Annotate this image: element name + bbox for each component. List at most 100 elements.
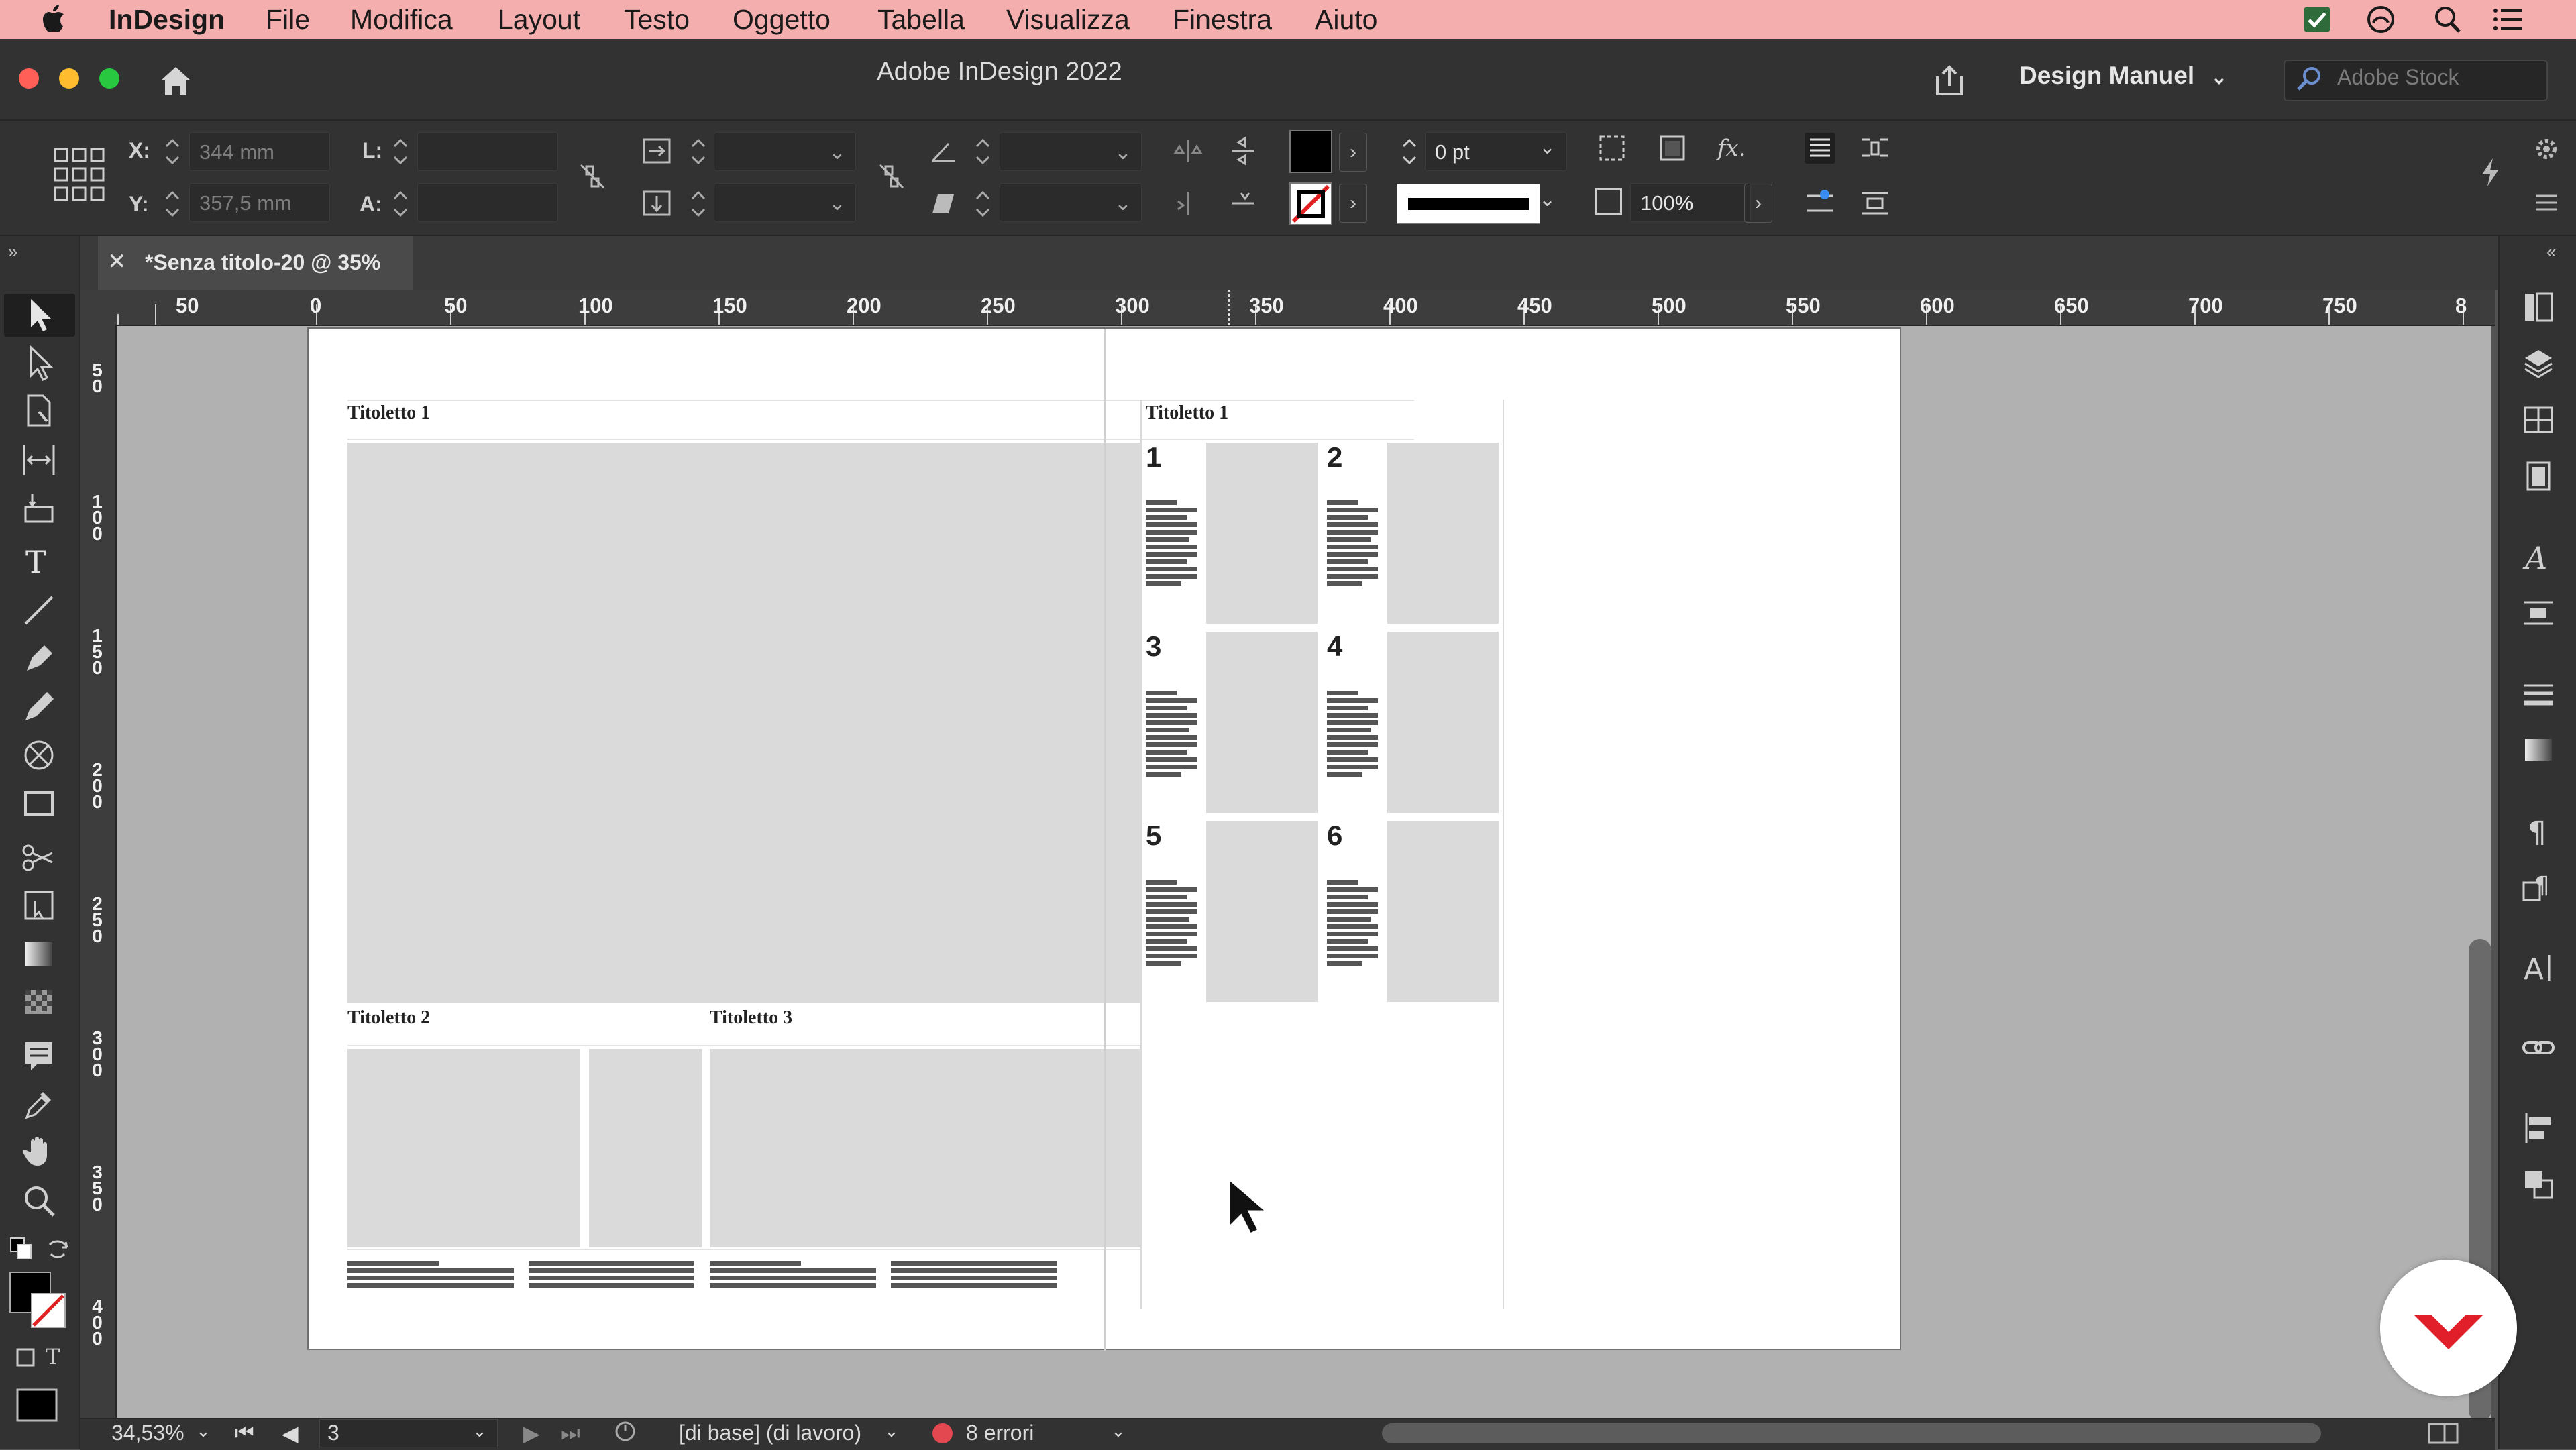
grid-image-5[interactable]	[1206, 821, 1318, 1002]
text-wrap-bbox-icon[interactable]	[1860, 133, 1890, 164]
paragraph-panel-icon[interactable]: ¶	[2521, 813, 2556, 848]
grid-text-6[interactable]	[1327, 880, 1378, 968]
zoom-level[interactable]: 34,53%	[111, 1420, 184, 1445]
scale-x-field[interactable]: ⌄	[714, 132, 856, 171]
heading-titletto-3[interactable]: Titoletto 3	[710, 1007, 792, 1029]
image-placeholder-bottom-2[interactable]	[589, 1049, 702, 1247]
reference-point-icon[interactable]	[52, 146, 106, 203]
layers-panel-icon[interactable]	[2521, 346, 2556, 381]
character-styles-icon[interactable]: A	[2521, 539, 2556, 574]
search-icon[interactable]	[2431, 4, 2465, 35]
gradient-feather-tool-icon[interactable]	[19, 982, 59, 1022]
rectangle-frame-tool-icon[interactable]	[19, 735, 59, 775]
scale-y-field[interactable]: ⌄	[714, 183, 856, 222]
formatting-text-icon[interactable]: T	[46, 1344, 60, 1370]
chevron-down-icon[interactable]: ⌄	[1539, 135, 1556, 159]
menu-aiuto[interactable]: Aiuto	[1315, 0, 1377, 39]
grid-text-4[interactable]	[1327, 691, 1378, 779]
menu-file[interactable]: File	[266, 0, 310, 39]
zoom-window-button[interactable]	[99, 68, 119, 89]
shear-stepper[interactable]	[970, 185, 996, 223]
close-icon[interactable]: ✕	[107, 248, 127, 275]
width-stepper[interactable]	[388, 133, 413, 170]
image-placeholder-bottom-1[interactable]	[347, 1049, 580, 1247]
flip-vertical-icon[interactable]	[1228, 135, 1258, 166]
collapse-dock-icon[interactable]: «	[2546, 241, 2556, 262]
creative-cloud-icon[interactable]	[2364, 4, 2398, 35]
chevron-down-icon[interactable]: ⌄	[1111, 1420, 1126, 1441]
opacity-field[interactable]: 100%	[1630, 183, 1751, 222]
height-stepper[interactable]	[388, 185, 413, 223]
next-page-icon[interactable]: ▶	[523, 1420, 540, 1446]
grid-image-3[interactable]	[1206, 632, 1318, 813]
x-stepper[interactable]	[160, 133, 185, 170]
rotation-stepper[interactable]	[970, 133, 996, 170]
gradient-panel-icon[interactable]	[2521, 732, 2556, 767]
grid-image-2[interactable]	[1387, 443, 1499, 624]
note-tool-icon[interactable]	[19, 1036, 59, 1076]
free-transform-tool-icon[interactable]	[19, 885, 59, 926]
previous-page-icon[interactable]: ◀	[282, 1420, 299, 1446]
gap-tool-icon[interactable]	[19, 440, 59, 480]
constrain-scale-icon[interactable]	[875, 160, 908, 193]
opacity-chevron-button[interactable]: ›	[1744, 184, 1772, 223]
hyperlinks-panel-icon[interactable]	[2521, 1030, 2556, 1065]
shear-field[interactable]: ⌄	[1000, 183, 1142, 222]
fill-chevron-button[interactable]: ›	[1339, 133, 1367, 172]
menu-app-name[interactable]: InDesign	[109, 0, 225, 39]
line-tool-icon[interactable]	[19, 590, 59, 630]
stroke-color-swatch[interactable]	[31, 1293, 66, 1328]
pages-panel-icon[interactable]	[2521, 402, 2556, 437]
split-window-icon[interactable]	[2427, 1422, 2459, 1445]
heading-titletto-1-left[interactable]: Titoletto 1	[347, 402, 430, 424]
y-position-field[interactable]: 357,5 mm	[189, 183, 330, 222]
grid-image-1[interactable]	[1206, 443, 1318, 624]
minimize-window-button[interactable]	[59, 68, 79, 89]
rectangle-tool-icon[interactable]	[19, 783, 59, 824]
expand-toolbar-icon[interactable]: »	[8, 241, 17, 262]
content-collector-icon[interactable]	[19, 488, 59, 528]
chevron-down-icon[interactable]: ⌄	[1539, 188, 1556, 211]
text-wrap-shape-icon[interactable]	[1805, 188, 1835, 219]
menu-finestra[interactable]: Finestra	[1173, 0, 1272, 39]
home-icon[interactable]	[157, 63, 195, 98]
character-panel-icon[interactable]: A	[2521, 950, 2556, 985]
scale-x-stepper[interactable]	[686, 133, 711, 170]
grid-text-2[interactable]	[1327, 500, 1378, 589]
workspace-switcher[interactable]: Design Manuel ⌄	[2019, 62, 2228, 90]
height-field[interactable]	[417, 183, 558, 222]
status-app-icon[interactable]	[2301, 4, 2333, 35]
properties-panel-icon[interactable]	[2521, 290, 2556, 325]
paragraph-styles-icon[interactable]: ¶	[2521, 869, 2556, 904]
horizontal-scrollbar[interactable]	[1382, 1423, 2321, 1443]
menu-modifica[interactable]: Modifica	[350, 0, 453, 39]
grid-image-6[interactable]	[1387, 821, 1499, 1002]
image-placeholder-large[interactable]	[347, 443, 1140, 1003]
last-page-icon[interactable]: ⏭	[561, 1420, 580, 1446]
grid-text-5[interactable]	[1146, 880, 1197, 968]
screen-mode-icon[interactable]	[15, 1387, 63, 1426]
grid-text-3[interactable]	[1146, 691, 1197, 779]
preflight-profile-icon[interactable]	[613, 1419, 640, 1446]
zoom-tool-icon[interactable]	[19, 1180, 59, 1221]
share-icon[interactable]	[1931, 62, 1968, 99]
grid-image-4[interactable]	[1387, 632, 1499, 813]
chevron-down-icon[interactable]: ⌄	[196, 1420, 211, 1441]
preflight-errors[interactable]: 8 errori	[966, 1420, 1034, 1445]
text-wrap-panel-icon[interactable]	[2521, 596, 2556, 630]
text-block-bottom-4[interactable]	[891, 1261, 1057, 1290]
gradient-swatch-tool-icon[interactable]	[19, 934, 59, 974]
first-page-icon[interactable]: ⏮	[235, 1420, 254, 1446]
stroke-swatch[interactable]	[1289, 182, 1332, 225]
flip-horizontal-icon[interactable]	[1173, 135, 1203, 166]
menu-layout[interactable]: Layout	[498, 0, 580, 39]
stroke-panel-icon[interactable]	[2521, 676, 2556, 711]
width-field[interactable]	[417, 132, 558, 171]
effects-fx-icon[interactable]: fx.	[1716, 133, 1747, 164]
scissors-tool-icon[interactable]	[19, 837, 59, 877]
eyedropper-tool-icon[interactable]	[19, 1084, 59, 1124]
rotate-ccw-icon[interactable]	[1228, 188, 1258, 219]
rotation-field[interactable]: ⌄	[1000, 132, 1142, 171]
control-center-icon[interactable]	[2491, 5, 2525, 34]
menu-testo[interactable]: Testo	[624, 0, 690, 39]
